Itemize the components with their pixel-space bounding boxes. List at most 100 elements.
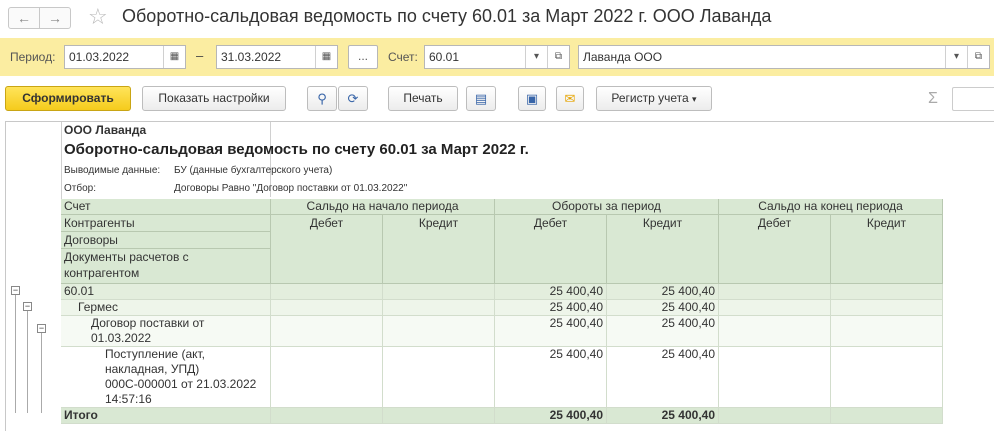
- cell-empty: [831, 408, 943, 424]
- cell-turnover-credit: 25 400,40: [607, 284, 719, 300]
- arrow-left-icon: ←: [17, 10, 31, 26]
- data-label: Выводимые данные:: [64, 165, 161, 176]
- account-dropdown-icon[interactable]: ▾: [525, 46, 547, 68]
- report-heading: Оборотно-сальдовая ведомость по счету 60…: [64, 141, 529, 158]
- report-area[interactable]: ООО Лаванда Оборотно-сальдовая ведомость…: [5, 121, 994, 431]
- account-open-icon[interactable]: ⧉: [547, 46, 569, 68]
- search-next-button[interactable]: ⟳: [338, 86, 368, 111]
- calendar-to-icon[interactable]: ▦: [315, 46, 337, 68]
- print-button[interactable]: Печать: [388, 86, 458, 111]
- cell-turnover-debit: 25 400,40: [495, 316, 607, 347]
- cell-empty: [719, 300, 831, 316]
- organization-open-icon[interactable]: ⧉: [967, 46, 989, 68]
- forward-button[interactable]: →: [39, 7, 71, 29]
- chevron-down-icon: ▾: [692, 94, 697, 104]
- save-button[interactable]: ▣: [518, 86, 546, 111]
- col-closing-credit: Кредит: [831, 215, 943, 284]
- cell-turnover-debit: 25 400,40: [495, 284, 607, 300]
- col-closing-balance: Сальдо на конец периода: [719, 199, 943, 215]
- row-document: Поступление (акт, накладная, УПД) 000С-0…: [61, 347, 271, 408]
- col-opening-balance: Сальдо на начало периода: [271, 199, 495, 215]
- register-dropdown-button[interactable]: Регистр учета ▾: [596, 86, 712, 111]
- register-label: Регистр учета: [611, 91, 689, 105]
- row-contract: Договор поставки от 01.03.2022: [61, 316, 271, 347]
- col-documents-line1: Документы расчетов с: [64, 250, 189, 264]
- row-document-line3: 000С-000001 от 21.03.2022: [105, 377, 257, 391]
- window-title: Оборотно-сальдовая ведомость по счету 60…: [122, 6, 772, 26]
- organization-dropdown-icon[interactable]: ▾: [945, 46, 967, 68]
- preview-button[interactable]: ▤: [466, 86, 496, 111]
- col-account: Счет: [61, 199, 271, 215]
- cell-empty: [271, 347, 383, 408]
- parameters-bar: Период: 01.03.2022 ▦ – 31.03.2022 ▦ ... …: [0, 38, 994, 76]
- col-documents-line2: контрагентом: [64, 266, 140, 280]
- filter-label: Отбор:: [64, 183, 96, 194]
- cell-turnover-debit: 25 400,40: [495, 347, 607, 408]
- command-bar: Сформировать Показать настройки ⚲ ⟳ Печа…: [0, 82, 994, 116]
- cell-empty: [383, 284, 495, 300]
- date-from-value: 01.03.2022: [69, 50, 130, 64]
- data-value: БУ (данные бухгалтерского учета): [174, 165, 333, 176]
- cell-turnover-credit: 25 400,40: [607, 316, 719, 347]
- row-counterparty: Гермес: [61, 300, 271, 316]
- period-choose-button[interactable]: ...: [348, 45, 378, 69]
- cell-empty: [719, 347, 831, 408]
- collapse-contract-icon[interactable]: −: [37, 324, 46, 333]
- row-contract-line2: 01.03.2022: [91, 331, 152, 345]
- cell-empty: [383, 300, 495, 316]
- col-turnover-credit: Кредит: [607, 215, 719, 284]
- send-email-button[interactable]: ✉: [556, 86, 584, 111]
- cell-empty: [719, 284, 831, 300]
- cell-total-turnover-debit: 25 400,40: [495, 408, 607, 424]
- period-dash: –: [196, 48, 204, 63]
- collapse-account-icon[interactable]: −: [11, 286, 20, 295]
- report-organization: ООО Лаванда: [64, 123, 147, 137]
- cell-empty: [383, 316, 495, 347]
- col-contracts: Договоры: [61, 232, 271, 249]
- envelope-icon: ✉: [564, 91, 576, 106]
- date-to-value: 31.03.2022: [221, 50, 282, 64]
- account-value: 60.01: [429, 50, 460, 64]
- cell-empty: [271, 284, 383, 300]
- row-account: 60.01: [61, 284, 271, 300]
- title-bar: ← → ☆ Оборотно-сальдовая ведомость по сч…: [0, 0, 994, 36]
- sum-field[interactable]: [952, 87, 994, 111]
- account-label: Счет:: [388, 50, 418, 64]
- cell-empty: [831, 316, 943, 347]
- organization-field[interactable]: Лаванда ООО: [578, 45, 990, 69]
- cell-empty: [271, 316, 383, 347]
- cell-empty: [831, 347, 943, 408]
- cell-empty: [383, 347, 495, 408]
- cell-empty: [831, 284, 943, 300]
- arrow-right-icon: →: [48, 10, 62, 26]
- calendar-from-icon[interactable]: ▦: [163, 46, 185, 68]
- tree-line-2: [27, 311, 28, 413]
- search-button[interactable]: ⚲: [307, 86, 337, 111]
- cell-empty: [831, 300, 943, 316]
- col-turnover: Обороты за период: [495, 199, 719, 215]
- col-closing-debit: Дебет: [719, 215, 831, 284]
- tree-line-1: [15, 295, 16, 413]
- generate-button[interactable]: Сформировать: [5, 86, 131, 111]
- cell-empty: [719, 316, 831, 347]
- favorite-star-icon[interactable]: ☆: [88, 4, 108, 30]
- row-document-line2: накладная, УПД): [105, 362, 200, 376]
- row-total-label: Итого: [61, 408, 271, 424]
- col-turnover-debit: Дебет: [495, 215, 607, 284]
- collapse-counterparty-icon[interactable]: −: [23, 302, 32, 311]
- col-documents: Документы расчетов с контрагентом: [61, 249, 271, 284]
- col-opening-debit: Дебет: [271, 215, 383, 284]
- back-button[interactable]: ←: [8, 7, 40, 29]
- cell-turnover-debit: 25 400,40: [495, 300, 607, 316]
- period-label: Период:: [10, 50, 56, 64]
- cell-empty: [719, 408, 831, 424]
- sum-icon[interactable]: Σ: [928, 90, 938, 108]
- search-icon: ⚲: [317, 91, 327, 106]
- cell-empty: [383, 408, 495, 424]
- save-icon: ▣: [525, 91, 539, 106]
- search-refresh-icon: ⟳: [347, 91, 359, 106]
- cell-empty: [271, 300, 383, 316]
- cell-turnover-credit: 25 400,40: [607, 300, 719, 316]
- show-settings-button[interactable]: Показать настройки: [142, 86, 286, 111]
- row-document-line1: Поступление (акт,: [105, 347, 205, 361]
